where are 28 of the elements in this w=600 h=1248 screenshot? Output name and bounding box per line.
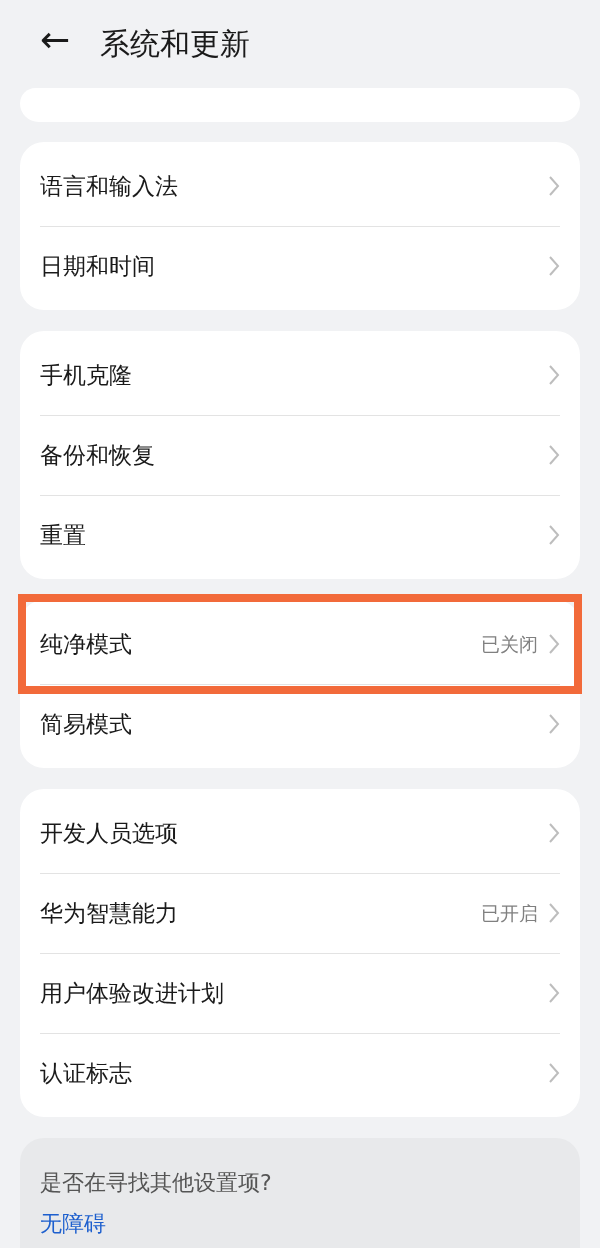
chevron-right-icon	[548, 982, 560, 1004]
chevron-right-icon	[548, 902, 560, 924]
settings-row[interactable]: 手机克隆	[20, 335, 580, 415]
chevron-right-icon	[548, 364, 560, 386]
chevron-right-icon	[548, 822, 560, 844]
settings-row[interactable]: 用户体验改进计划	[20, 953, 580, 1033]
settings-row[interactable]: 开发人员选项	[20, 793, 580, 873]
chevron-right-icon	[548, 1062, 560, 1084]
settings-row[interactable]: 语言和输入法	[20, 146, 580, 226]
page-title: 系统和更新	[100, 24, 251, 63]
chevron-right-icon	[548, 444, 560, 466]
chevron-right-icon	[548, 633, 560, 655]
back-button[interactable]: ←	[40, 22, 71, 58]
chevron-right-icon	[548, 524, 560, 546]
settings-row[interactable]: 纯净模式 已关闭	[20, 604, 580, 684]
settings-row[interactable]: 认证标志	[20, 1033, 580, 1113]
status-text: 已关闭	[481, 631, 538, 657]
settings-row[interactable]: 简易模式	[20, 684, 580, 764]
settings-row[interactable]: 华为智慧能力 已开启	[20, 873, 580, 953]
suggestion-title: 是否在寻找其他设置项?	[40, 1169, 273, 1197]
settings-row[interactable]: 日期和时间	[20, 226, 580, 306]
settings-row[interactable]: 重置	[20, 495, 580, 575]
chevron-right-icon	[548, 255, 560, 277]
chevron-right-icon	[548, 175, 560, 197]
chevron-right-icon	[548, 713, 560, 735]
settings-row[interactable]: 备份和恢复	[20, 415, 580, 495]
status-text: 已开启	[481, 900, 538, 926]
suggestion-link[interactable]: 无障碍	[40, 1207, 106, 1240]
